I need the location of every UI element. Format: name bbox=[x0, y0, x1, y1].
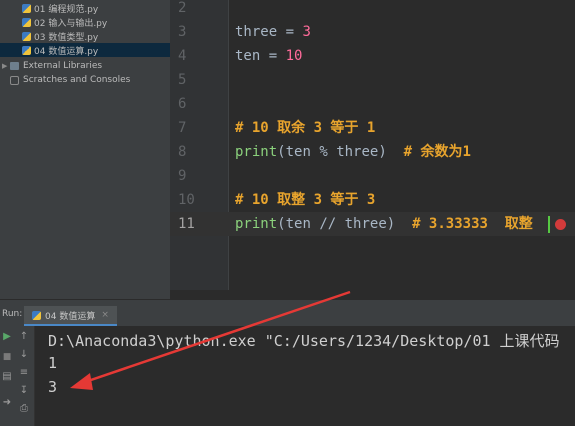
annotation-arrow bbox=[70, 290, 351, 390]
